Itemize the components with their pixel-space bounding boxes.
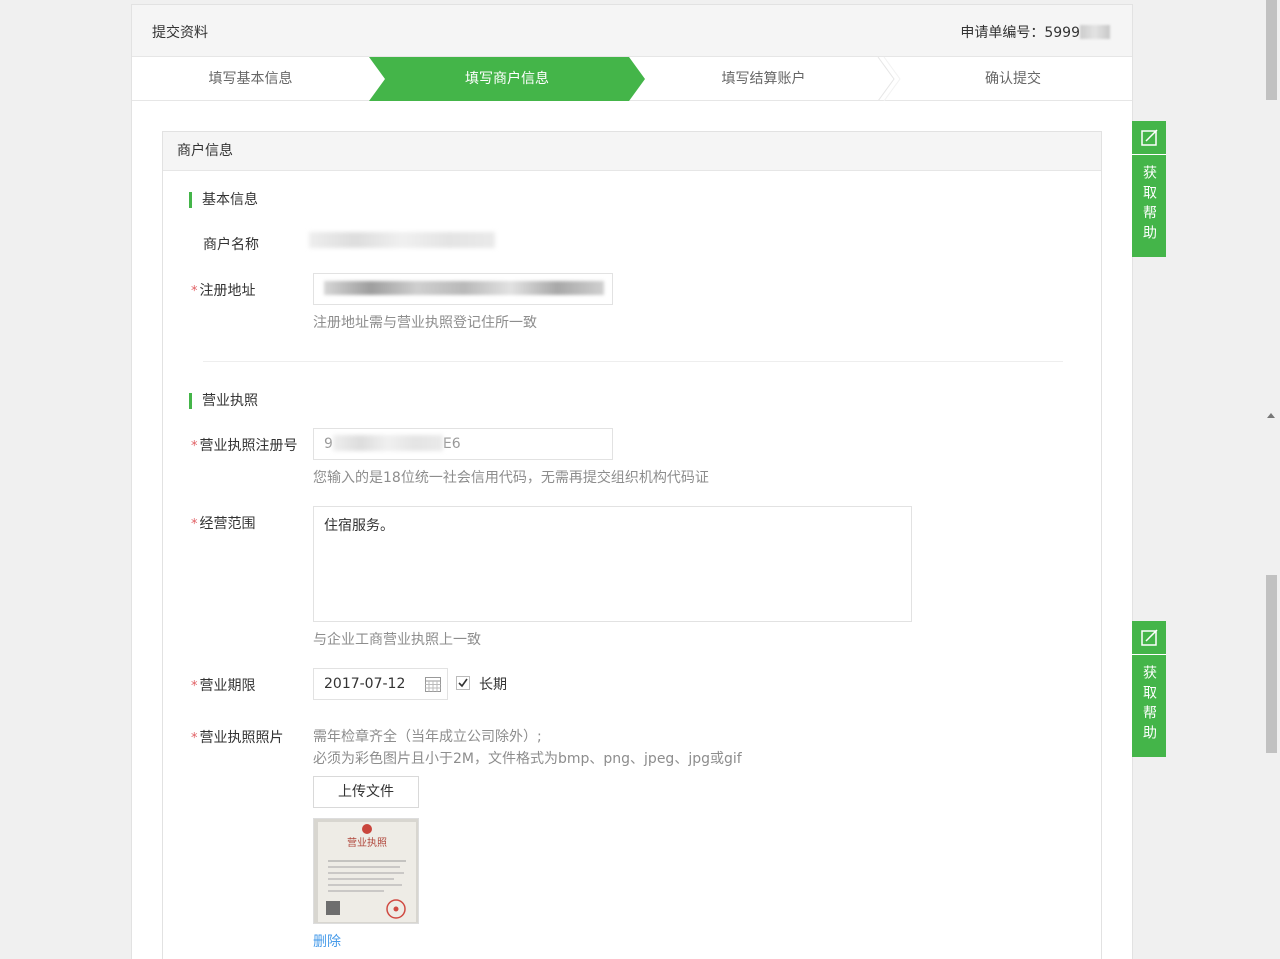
reg-address-input[interactable] <box>313 273 613 305</box>
divider <box>203 361 1063 362</box>
application-number-label: 申请单编号： <box>960 25 1045 41</box>
reg-address-redacted <box>324 281 604 295</box>
reg-address-label-text: 注册地址 <box>199 283 256 299</box>
get-help-button-2[interactable]: 获取帮助 <box>1132 655 1166 757</box>
license-reg-no-hint: 您输入的是18位统一社会信用代码，无需再提交组织机构代码证 <box>313 470 709 486</box>
edit-icon <box>1141 129 1158 146</box>
help-widget-2[interactable]: 获取帮助 <box>1132 621 1166 757</box>
help-edit-button[interactable] <box>1132 121 1166 155</box>
long-term-checkbox[interactable] <box>456 676 470 690</box>
scrollbar-thumb-upper[interactable] <box>1266 0 1277 100</box>
application-number: 申请单编号：5999 <box>960 22 1110 42</box>
page-scrollbar[interactable] <box>1263 0 1280 959</box>
scrollbar-thumb[interactable] <box>1266 575 1277 753</box>
license-photo-hint-2: 必须为彩色图片且小于2M，文件格式为bmp、png、jpeg、jpg或gif <box>313 751 742 767</box>
license-photo-label: * 营业执照照片 <box>191 727 284 747</box>
help-edit-button-2[interactable] <box>1132 621 1166 655</box>
application-number-redacted <box>1080 25 1110 39</box>
step-confirm-submit: 确认提交 <box>985 71 1041 87</box>
business-period-label: * 营业期限 <box>191 675 256 695</box>
required-mark: * <box>191 517 198 532</box>
upload-file-button[interactable]: 上传文件 <box>313 776 419 808</box>
license-reg-no-prefix: 9 <box>324 436 333 452</box>
step-fill-settlement-account: 填写结算账户 <box>721 71 806 87</box>
merchant-name-redacted <box>309 232 495 248</box>
required-mark: * <box>191 439 198 454</box>
merchant-info-section: 商户信息 基本信息 商户名称 * 注册地址 注册地址需与营业执照登记住所一致 营业… <box>162 131 1102 959</box>
license-reg-no-suffix: E6 <box>442 436 461 452</box>
get-help-button[interactable]: 获取帮助 <box>1132 155 1166 257</box>
license-photo-label-text: 营业执照照片 <box>199 730 284 746</box>
business-scope-hint: 与企业工商营业执照上一致 <box>313 632 481 648</box>
reg-address-hint: 注册地址需与营业执照登记住所一致 <box>313 315 537 331</box>
basic-info-heading: 基本信息 <box>189 192 258 208</box>
business-period-date-value: 2017-07-12 <box>324 676 406 692</box>
business-scope-textarea[interactable]: 住宿服务。 <box>313 506 912 622</box>
merchant-name-value <box>309 232 495 252</box>
get-help-label-2: 获取帮助 <box>1141 665 1157 745</box>
step-fill-basic-info: 填写基本信息 <box>208 71 293 87</box>
license-reg-no-input[interactable]: 9 E6 <box>313 428 613 460</box>
license-reg-no-label-text: 营业执照注册号 <box>199 438 298 454</box>
application-number-value: 5999 <box>1044 25 1080 41</box>
merchant-name-label: 商户名称 <box>203 237 259 253</box>
license-heading: 营业执照 <box>189 393 258 409</box>
license-photo-thumbnail[interactable]: 营业执照 <box>313 818 419 924</box>
business-period-label-text: 营业期限 <box>199 678 256 694</box>
help-widget[interactable]: 获取帮助 <box>1132 121 1166 257</box>
checkmark-icon <box>458 678 468 688</box>
get-help-label: 获取帮助 <box>1141 165 1157 245</box>
step-fill-merchant-info: 填写商户信息 <box>465 71 549 87</box>
license-document-image: 营业执照 <box>314 819 418 923</box>
required-mark: * <box>191 679 198 694</box>
scroll-up-arrow-icon[interactable] <box>1267 413 1275 418</box>
delete-photo-link[interactable]: 删除 <box>313 931 341 951</box>
license-thumb-title: 营业执照 <box>347 836 387 849</box>
submit-panel: 提交资料 申请单编号：5999 填写基本信息 填写商户信息 填写结算账户 确认提… <box>131 4 1133 959</box>
business-scope-label-text: 经营范围 <box>199 516 256 532</box>
business-scope-label: * 经营范围 <box>191 513 256 533</box>
required-mark: * <box>191 284 198 299</box>
required-mark: * <box>191 731 198 746</box>
long-term-label[interactable]: 长期 <box>479 674 507 694</box>
reg-address-label: * 注册地址 <box>191 280 256 300</box>
license-reg-no-label: * 营业执照注册号 <box>191 435 298 455</box>
license-photo-hint-1: 需年检章齐全（当年成立公司除外）; <box>313 729 542 745</box>
business-period-date-input[interactable]: 2017-07-12 <box>313 668 448 700</box>
section-title: 商户信息 <box>163 132 1101 171</box>
license-reg-no-redacted <box>332 435 443 451</box>
panel-header: 提交资料 申请单编号：5999 <box>132 5 1132 57</box>
step-indicator: 填写基本信息 填写商户信息 填写结算账户 确认提交 <box>132 57 1132 101</box>
edit-icon <box>1141 629 1158 646</box>
page-title: 提交资料 <box>152 25 208 41</box>
calendar-icon[interactable] <box>425 676 441 692</box>
